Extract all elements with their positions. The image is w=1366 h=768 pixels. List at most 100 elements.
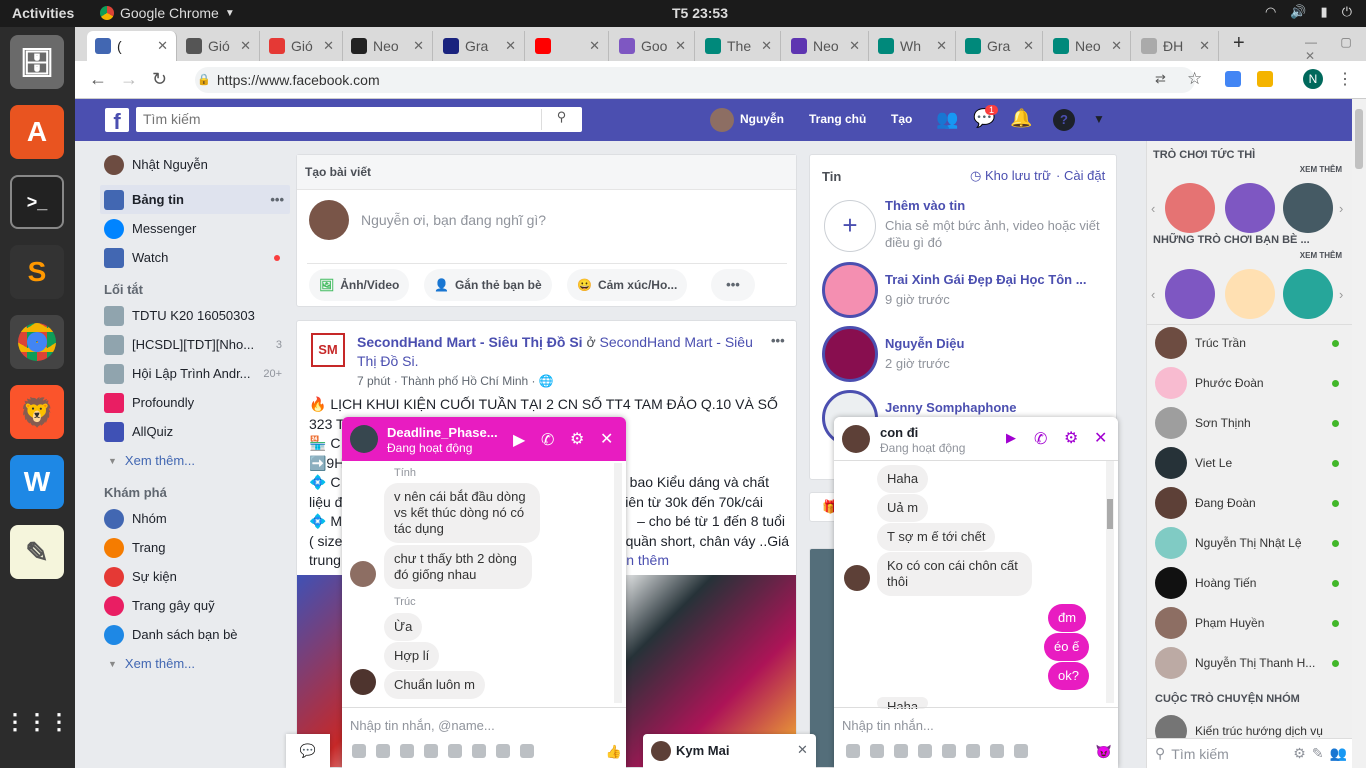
nav-news-feed[interactable]: Bảng tin ••• bbox=[100, 185, 290, 214]
tab-0[interactable]: (✕ bbox=[87, 31, 177, 61]
close-tab-icon[interactable]: ✕ bbox=[323, 38, 334, 54]
message-input[interactable]: Nhập tin nhắn, @name... bbox=[342, 707, 626, 741]
contact-item[interactable]: Nguyễn Thị Thanh H... bbox=[1147, 643, 1353, 683]
chevron-right-icon[interactable]: › bbox=[1339, 287, 1343, 302]
contact-item[interactable]: Trúc Trần bbox=[1147, 323, 1353, 363]
tab-11[interactable]: Neo ✕ bbox=[1045, 31, 1131, 61]
chat-name[interactable]: con đi bbox=[880, 425, 918, 440]
story-item[interactable]: Nguyễn Diệu 2 giờ trước bbox=[820, 324, 1110, 384]
home-link[interactable]: Trang chủ bbox=[809, 112, 866, 126]
tag-friends-button[interactable]: 👤 Gắn thẻ bạn bè bbox=[424, 269, 552, 301]
close-icon[interactable]: ✕ bbox=[797, 742, 808, 758]
activities-button[interactable]: Activities bbox=[12, 5, 74, 21]
tab-8[interactable]: Neo ✕ bbox=[783, 31, 869, 61]
close-icon[interactable]: ✕ bbox=[1094, 428, 1107, 448]
explore-item[interactable]: Sự kiện bbox=[100, 562, 290, 591]
search-input[interactable] bbox=[136, 107, 582, 132]
shortcut-item[interactable]: [HCSDL][TDT][Nho... 3 bbox=[100, 330, 290, 359]
text-editor-icon[interactable]: ✎ bbox=[10, 525, 64, 579]
account-menu-icon[interactable]: ▼ bbox=[1093, 112, 1105, 126]
table-icon[interactable] bbox=[1014, 744, 1028, 758]
camera-icon[interactable] bbox=[496, 744, 510, 758]
reload-icon[interactable]: ↻ bbox=[152, 69, 167, 90]
feeling-button[interactable]: 😀 Cảm xúc/Ho... bbox=[567, 269, 688, 301]
compose-icon[interactable]: ✎ bbox=[1312, 745, 1324, 762]
chevron-left-icon[interactable]: ‹ bbox=[1151, 287, 1155, 302]
chat-launcher[interactable]: 💬 bbox=[286, 734, 330, 768]
url-field[interactable]: 🔒 https://www.facebook.com bbox=[195, 67, 1195, 93]
gear-icon[interactable]: ⚙ bbox=[1064, 428, 1078, 448]
software-center-icon[interactable]: A bbox=[10, 105, 64, 159]
sublime-text-icon[interactable]: S bbox=[10, 245, 64, 299]
files-icon[interactable]: 🗄 bbox=[10, 35, 64, 89]
facebook-logo-icon[interactable]: f bbox=[105, 108, 129, 134]
like-icon[interactable]: 👍 bbox=[606, 744, 622, 762]
bookmark-star-icon[interactable]: ☆ bbox=[1187, 69, 1202, 89]
close-tab-icon[interactable]: ✕ bbox=[413, 38, 424, 54]
see-all-games[interactable]: XEM THÊM bbox=[1300, 165, 1342, 174]
add-story-title[interactable]: Thêm vào tin bbox=[885, 198, 965, 213]
contact-item[interactable]: Hoàng Tiến bbox=[1147, 563, 1353, 603]
tab-9[interactable]: Wh ✕ bbox=[870, 31, 956, 61]
game-thumb[interactable] bbox=[1283, 183, 1333, 233]
tab-6[interactable]: Goo ✕ bbox=[611, 31, 695, 61]
extension-icon[interactable] bbox=[1225, 71, 1241, 87]
brave-icon[interactable]: 🦁 bbox=[10, 385, 64, 439]
emoji-icon[interactable] bbox=[918, 744, 932, 758]
close-tab-icon[interactable]: ✕ bbox=[936, 38, 947, 54]
shortcut-item[interactable]: AllQuiz bbox=[100, 417, 290, 446]
message-input[interactable]: Nhập tin nhắn... bbox=[834, 707, 1118, 741]
game-icon[interactable] bbox=[942, 744, 956, 758]
app-grid-icon[interactable]: ⋮⋮⋮ bbox=[4, 695, 70, 749]
tab-5[interactable]: ✕ bbox=[527, 31, 609, 61]
contact-item[interactable]: Viet Le bbox=[1147, 443, 1353, 483]
profile-avatar[interactable]: N bbox=[1303, 69, 1323, 89]
contact-item[interactable]: Nguyễn Thị Nhật Lệ bbox=[1147, 523, 1353, 563]
tab-10[interactable]: Gra ✕ bbox=[957, 31, 1043, 61]
contact-item[interactable]: Đang Đoàn bbox=[1147, 483, 1353, 523]
attach-icon[interactable] bbox=[472, 744, 486, 758]
shortcut-item[interactable]: Hội Lập Trình Andr... 20+ bbox=[100, 359, 290, 388]
chat-header[interactable]: Deadline_Phase... Đang hoạt động ▶ ✆ ⚙ ✕ bbox=[342, 417, 626, 461]
gear-icon[interactable]: ⚙ bbox=[1293, 745, 1306, 762]
story-settings-link[interactable]: Cài đặt bbox=[1064, 168, 1105, 183]
search-icon[interactable]: ⚲ bbox=[541, 109, 581, 130]
header-avatar[interactable] bbox=[710, 108, 734, 132]
gif-icon[interactable] bbox=[894, 744, 908, 758]
extension-icon-2[interactable] bbox=[1257, 71, 1273, 87]
game-thumb[interactable] bbox=[1225, 269, 1275, 319]
translate-icon[interactable]: ⇄ bbox=[1155, 71, 1166, 87]
friend-requests-icon[interactable]: 👥 bbox=[936, 109, 958, 130]
contacts-search[interactable]: ⚲ Tìm kiếm ⚙ ✎ 👥 bbox=[1147, 738, 1353, 768]
photo-icon[interactable] bbox=[352, 744, 366, 758]
chat-tab-kym-mai[interactable]: Kym Mai ✕ bbox=[643, 734, 816, 768]
tab-7[interactable]: The ✕ bbox=[697, 31, 781, 61]
shortcut-item[interactable]: TDTU K20 16050303 bbox=[100, 301, 290, 330]
window-controls[interactable]: — ▢ ✕ bbox=[1305, 35, 1366, 63]
page-avatar[interactable]: SM bbox=[311, 333, 345, 367]
explore-item[interactable]: Trang bbox=[100, 533, 290, 562]
wps-icon[interactable]: W bbox=[10, 455, 64, 509]
chevron-right-icon[interactable]: › bbox=[1339, 201, 1343, 216]
close-tab-icon[interactable]: ✕ bbox=[589, 38, 600, 54]
people-icon[interactable]: 👥 bbox=[1330, 745, 1347, 762]
page-scrollbar[interactable] bbox=[1352, 99, 1366, 768]
game-thumb[interactable] bbox=[1283, 269, 1333, 319]
system-tray[interactable]: ◠ 🔊 ▮ ⏻ bbox=[1265, 4, 1352, 20]
close-tab-icon[interactable]: ✕ bbox=[1111, 38, 1122, 54]
menu-icon[interactable]: ⋮ bbox=[1337, 69, 1353, 89]
clock[interactable]: T5 23:53 bbox=[660, 5, 740, 21]
close-tab-icon[interactable]: ✕ bbox=[1023, 38, 1034, 54]
attach-icon[interactable] bbox=[966, 744, 980, 758]
chat-scrollbar[interactable] bbox=[614, 463, 622, 703]
contact-item[interactable]: Phước Đoàn bbox=[1147, 363, 1353, 403]
close-tab-icon[interactable]: ✕ bbox=[157, 38, 168, 54]
sticker-icon[interactable] bbox=[376, 744, 390, 758]
chat-scrollbar[interactable] bbox=[1106, 461, 1114, 703]
post-options-icon[interactable]: ••• bbox=[771, 333, 785, 348]
app-menu[interactable]: Google Chrome ▼ bbox=[100, 5, 235, 21]
story-item[interactable]: Trai Xinh Gái Đẹp Đại Học Tôn ... 9 giờ t… bbox=[820, 260, 1110, 320]
tab-2[interactable]: Gió ✕ bbox=[261, 31, 343, 61]
tab-4[interactable]: Gra ✕ bbox=[435, 31, 525, 61]
explore-item[interactable]: Trang gây quỹ bbox=[100, 591, 290, 620]
